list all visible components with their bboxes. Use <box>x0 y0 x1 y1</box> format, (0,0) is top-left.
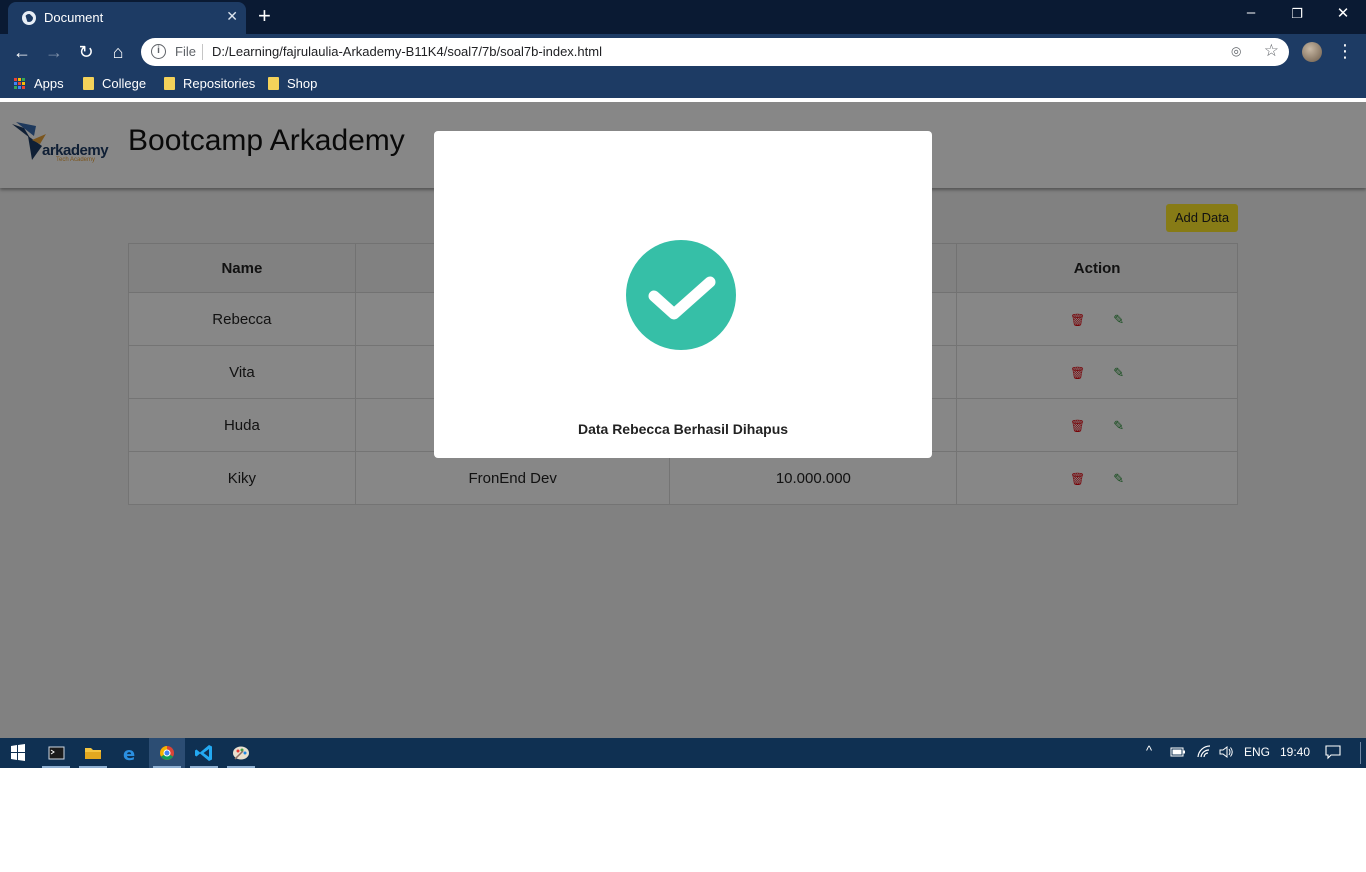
home-icon[interactable]: ⌂ <box>106 40 130 64</box>
browser-tab-strip: Document ✕ + – ❐ ✕ <box>0 0 1366 34</box>
tab-title: Document <box>44 10 104 25</box>
terminal-icon <box>48 746 65 760</box>
url-text[interactable]: D:/Learning/fajrulaulia-Arkademy-B11K4/s… <box>212 44 602 59</box>
bookmark-star-icon[interactable]: ☆ <box>1264 41 1279 61</box>
vscode-icon <box>195 745 212 761</box>
extension-icon[interactable]: ◎ <box>1231 44 1247 60</box>
chrome-taskbar-item[interactable] <box>149 738 185 768</box>
folder-icon <box>164 77 175 90</box>
minimize-button[interactable]: – <box>1228 4 1274 21</box>
edge-taskbar-item[interactable]: e <box>112 738 148 768</box>
folder-icon <box>85 748 101 759</box>
windows-logo-icon <box>11 744 25 761</box>
forward-arrow-icon[interactable]: → <box>42 40 66 64</box>
folder-icon <box>83 77 94 90</box>
bookmark-shop[interactable]: Shop <box>268 76 317 91</box>
paint-icon <box>233 746 249 760</box>
clock[interactable]: 19:40 <box>1280 745 1310 759</box>
bookmark-apps[interactable]: Apps <box>14 76 64 91</box>
globe-icon <box>22 11 36 25</box>
new-tab-button[interactable]: + <box>258 4 271 28</box>
battery-icon[interactable] <box>1170 745 1186 762</box>
tab-close-icon[interactable]: ✕ <box>226 8 238 25</box>
bookmark-college[interactable]: College <box>83 76 146 91</box>
back-arrow-icon[interactable]: ← <box>10 40 34 64</box>
running-indicator <box>153 766 181 768</box>
chrome-icon <box>160 746 174 760</box>
bookmark-repositories[interactable]: Repositories <box>164 76 255 91</box>
running-indicator <box>190 766 218 768</box>
bookmarks-bar: Apps College Repositories Shop <box>0 70 1366 98</box>
success-dialog: Data Rebecca Berhasil Dihapus <box>434 131 932 458</box>
close-window-button[interactable]: ✕ <box>1320 4 1366 22</box>
running-indicator <box>79 766 107 768</box>
profile-avatar[interactable] <box>1302 42 1322 62</box>
folder-icon <box>268 77 279 90</box>
chevron-up-icon[interactable]: ^ <box>1146 743 1152 758</box>
windows-taskbar: e ^ ENG 19:40 <box>0 738 1366 768</box>
bookmark-label: College <box>102 76 147 91</box>
file-explorer-taskbar-item[interactable] <box>75 738 111 768</box>
apps-icon <box>14 77 26 90</box>
start-button[interactable] <box>0 738 36 768</box>
reload-icon[interactable]: ↻ <box>74 40 98 64</box>
bookmark-label: Repositories <box>183 76 256 91</box>
restore-button[interactable]: ❐ <box>1274 6 1320 22</box>
bookmark-label: Shop <box>287 76 318 91</box>
running-indicator <box>227 766 255 768</box>
success-circle <box>626 240 736 350</box>
bookmark-label: Apps <box>34 76 64 91</box>
notifications-icon[interactable] <box>1325 744 1341 763</box>
terminal-taskbar-item[interactable] <box>38 738 74 768</box>
url-separator <box>202 44 203 60</box>
dialog-message: Data Rebecca Berhasil Dihapus <box>577 421 789 437</box>
paint-taskbar-item[interactable] <box>223 738 259 768</box>
svg-text:e: e <box>123 744 135 765</box>
language-indicator[interactable]: ENG <box>1244 745 1270 759</box>
url-scheme: File <box>175 44 196 59</box>
browser-toolbar: ← → ↻ ⌂ i File D:/Learning/fajrulaulia-A… <box>0 34 1366 70</box>
check-icon <box>648 276 716 320</box>
edge-icon: e <box>123 744 135 765</box>
volume-icon[interactable] <box>1218 745 1234 762</box>
info-icon[interactable]: i <box>151 44 166 59</box>
show-desktop-button[interactable] <box>1360 742 1361 764</box>
wifi-icon[interactable] <box>1196 745 1212 762</box>
browser-tab[interactable]: Document ✕ <box>8 2 246 34</box>
address-bar[interactable]: i File D:/Learning/fajrulaulia-Arkademy-… <box>141 38 1289 66</box>
more-menu-icon[interactable]: ⋮ <box>1336 40 1354 62</box>
running-indicator <box>42 766 70 768</box>
vscode-taskbar-item[interactable] <box>186 738 222 768</box>
